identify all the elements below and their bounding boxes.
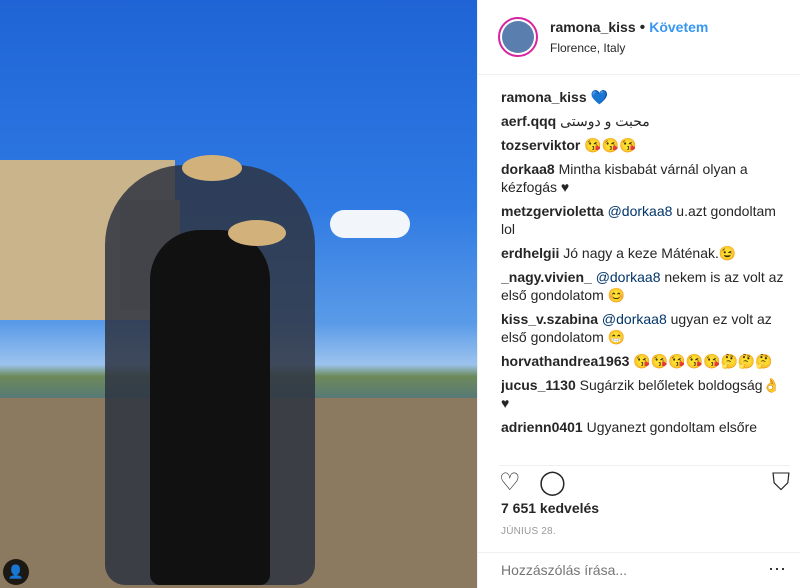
comment-user[interactable]: aerf.qqq — [501, 113, 556, 129]
bookmark-icon[interactable]: ⛉ — [772, 471, 790, 495]
comment-user[interactable]: horvathandrea1963 — [501, 353, 629, 369]
separator-dot: • — [639, 19, 646, 36]
comment: metzgervioletta @dorkaa8 u.azt gondoltam… — [501, 202, 784, 238]
comment-user[interactable]: ramona_kiss — [501, 89, 587, 105]
follow-button[interactable]: Követem — [649, 19, 708, 35]
comment-text: Ugyanezt gondoltam elsőre — [586, 419, 758, 435]
add-comment-bar: ⋯ — [478, 552, 800, 588]
comment-icon[interactable]: ◯ — [539, 471, 566, 495]
comment-user[interactable]: tozserviktor — [501, 137, 580, 153]
comment-input[interactable] — [499, 561, 743, 579]
photo-woman — [150, 230, 270, 585]
comments-list[interactable]: ramona_kiss 💙 aerf.qqq محبت و دوستی tozs… — [501, 88, 784, 456]
post-header: ramona_kiss • Követem Florence, Italy — [478, 0, 800, 75]
mention-link[interactable]: @dorkaa8 — [596, 269, 661, 285]
comment-text: محبت و دوستی — [560, 113, 650, 129]
photo-hat — [228, 220, 286, 246]
photo-hat — [182, 155, 242, 181]
likes-count[interactable]: 7 651 kedvelés — [501, 500, 599, 516]
comment-user[interactable]: metzgervioletta — [501, 203, 604, 219]
mention-link[interactable]: @dorkaa8 — [608, 203, 673, 219]
comment: jucus_1130 Sugárzik belőletek boldogság👌… — [501, 376, 784, 412]
comment-text: Jó nagy a keze Máténak.😉 — [563, 245, 737, 261]
post-sidebar: ramona_kiss • Követem Florence, Italy ramo… — [477, 0, 800, 588]
comment: aerf.qqq محبت و دوستی — [501, 112, 784, 130]
comment: tozserviktor 😘😘😘 — [501, 136, 784, 154]
comment: _nagy.vivien_ @dorkaa8 nekem is az volt … — [501, 268, 784, 304]
comment-user[interactable]: dorkaa8 — [501, 161, 555, 177]
comment-user[interactable]: _nagy.vivien_ — [501, 269, 592, 285]
photo-cloud — [330, 210, 410, 238]
comment: adrienn0401 Ugyanezt gondoltam elsőre — [501, 418, 784, 436]
comment-user[interactable]: adrienn0401 — [501, 419, 583, 435]
comment-text: 😘😘😘😘😘🤔🤔🤔 — [633, 353, 773, 369]
header-info: ramona_kiss • Követem Florence, Italy — [550, 19, 708, 55]
comment-text: 😘😘😘 — [584, 137, 637, 153]
caption-text: 💙 — [590, 89, 608, 105]
comment-user[interactable]: jucus_1130 — [501, 377, 576, 393]
comment-user[interactable]: erdhelgii — [501, 245, 559, 261]
comment: erdhelgii Jó nagy a keze Máténak.😉 — [501, 244, 784, 262]
comment: horvathandrea1963 😘😘😘😘😘🤔🤔🤔 — [501, 352, 784, 370]
more-icon[interactable]: ⋯ — [768, 559, 786, 580]
comment: kiss_v.szabina @dorkaa8 ugyan ez volt az… — [501, 310, 784, 346]
user-tag-icon[interactable]: 👤 — [3, 559, 29, 585]
post-date[interactable]: JÚNIUS 28. — [501, 526, 556, 537]
avatar[interactable] — [498, 17, 538, 57]
caption: ramona_kiss 💙 — [501, 88, 784, 106]
heart-icon[interactable]: ♡ — [499, 471, 521, 495]
avatar-image — [502, 21, 534, 53]
comment: dorkaa8 Mintha kisbabát várnál olyan a k… — [501, 160, 784, 196]
mention-link[interactable]: @dorkaa8 — [602, 311, 667, 327]
post-photo[interactable]: 👤 — [0, 0, 477, 588]
username-link[interactable]: ramona_kiss — [550, 19, 636, 35]
comment-user[interactable]: kiss_v.szabina — [501, 311, 598, 327]
location-link[interactable]: Florence, Italy — [550, 41, 708, 55]
action-bar: ♡ ◯ ⛉ — [499, 465, 790, 496]
post-dialog: 👤 ramona_kiss • Követem Florence, Italy ra… — [0, 0, 800, 588]
